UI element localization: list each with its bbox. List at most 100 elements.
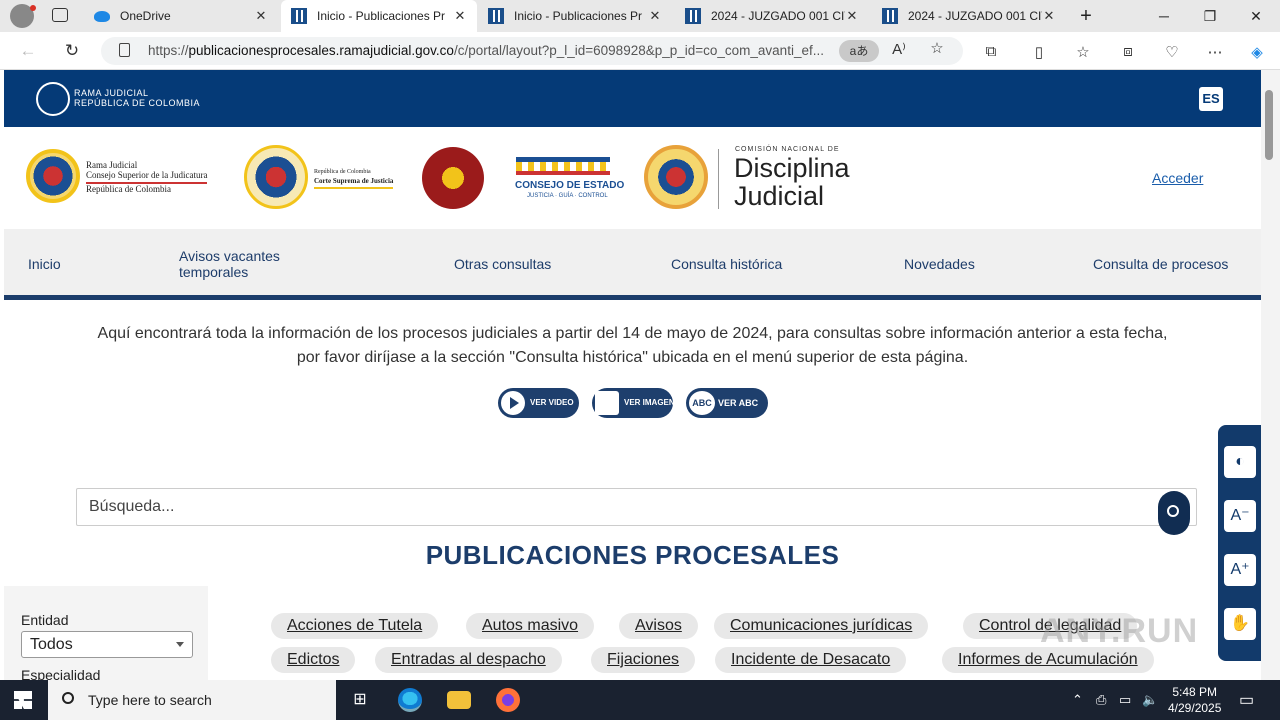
especialidad-label: Especialidad [21,667,101,680]
close-window-button[interactable]: ✕ [1233,4,1279,28]
tab-title: 2024 - JUZGADO 001 CIV [908,9,1042,23]
brand-line-1: RAMA JUDICIAL [74,88,149,98]
close-tab-icon[interactable]: ✕ [648,8,662,24]
comision-disciplina-seal-icon [644,145,708,209]
task-view-icon[interactable]: ⊞ [348,688,372,712]
collections-icon[interactable]: ⧈ [1118,43,1138,60]
login-link[interactable]: Acceder [1152,170,1203,186]
firefox-icon[interactable] [496,688,520,712]
decrease-font-button[interactable]: A⁻ [1224,500,1256,532]
rama-judicial-favicon [882,8,898,24]
ver-imagen-button[interactable]: VER IMAGEN [592,388,675,418]
chip-avisos[interactable]: Avisos [619,613,698,639]
search-field[interactable]: Búsqueda... [76,488,1197,535]
menu-item-avisos-vacantes[interactable]: Avisos vacantes temporales [179,248,329,280]
tab-inicio-publicaciones[interactable]: Inicio - Publicaciones Pr ✕ [478,0,672,32]
chip-fijaciones[interactable]: Fijaciones [591,647,696,673]
volume-icon[interactable]: 🔈 [1142,692,1158,708]
translate-button[interactable]: aあ [839,40,879,62]
close-tab-icon[interactable]: ✕ [1042,8,1056,24]
ver-abc-button[interactable]: ABC VER ABC [686,388,768,418]
search-icon [1167,505,1179,517]
minimize-button[interactable]: ─ [1141,4,1187,28]
lock-icon[interactable] [119,43,130,57]
windows-start-icon[interactable] [14,691,32,709]
ver-imagen-label: VER IMAGEN [624,398,675,407]
institution-logos: Rama Judicial Consejo Superior de la Jud… [4,127,1261,229]
chip-comunicaciones-juridicas[interactable]: Comunicaciones jurídicas [714,613,929,639]
tab-juzgado-2[interactable]: 2024 - JUZGADO 001 CIV ✕ [872,0,1066,32]
url-path: /c/portal/layout?p_l_id=6098928&p_p_id=c… [453,43,824,58]
chip-acciones-tutela[interactable]: Acciones de Tutela [271,613,439,639]
intro-line-2: por favor diríjase a la sección "Consult… [296,349,969,366]
read-aloud-icon[interactable]: A⁾ [889,40,909,58]
close-tab-icon[interactable]: ✕ [845,8,859,24]
extensions-icon[interactable]: ⧉ [981,43,1001,60]
taskbar-clock[interactable]: 5:48 PM 4/29/2025 [1168,684,1221,716]
menu-item-consulta-historica[interactable]: Consulta histórica [671,256,782,272]
language-button[interactable]: ES [1199,87,1223,111]
network-icon[interactable]: ▭ [1119,692,1131,708]
favorite-star-icon[interactable]: ☆ [927,39,947,57]
increase-font-button[interactable]: A⁺ [1224,554,1256,586]
split-screen-icon[interactable]: ▯ [1029,43,1049,61]
tab-inicio-publicaciones-active[interactable]: Inicio - Publicaciones Pr ✕ [281,0,477,32]
brand-line-2: REPÚBLICA DE COLOMBIA [74,98,201,108]
browser-essentials-icon[interactable]: ♡ [1162,43,1182,61]
corte-constitucional-seal-icon [422,147,484,209]
consejo-estado-line-2: JUSTICIA · GUÍA · CONTROL [527,193,608,199]
logo-divider [718,149,719,209]
entidad-select[interactable]: Todos [21,631,193,658]
notifications-icon[interactable]: ▭ [1239,690,1254,710]
edge-taskbar-icon[interactable] [398,688,422,712]
search-button[interactable] [1158,491,1190,535]
sign-language-button[interactable]: ✋ [1224,608,1256,640]
chip-entradas-despacho[interactable]: Entradas al despacho [375,647,562,673]
address-bar[interactable]: https://publicacionesprocesales.ramajudi… [101,37,963,65]
menu-item-otras-consultas[interactable]: Otras consultas [454,256,551,272]
chip-edictos[interactable]: Edictos [271,647,356,673]
device-icon[interactable]: ⎙ [1096,692,1106,708]
rama-judicial-favicon [291,8,307,24]
refresh-button[interactable]: ↻ [61,40,83,62]
file-explorer-icon[interactable] [447,691,471,709]
intro-line-1: Aquí encontrará toda la información de l… [97,325,1168,342]
scrollbar-thumb[interactable] [1265,90,1273,160]
url-text[interactable]: https://publicacionesprocesales.ramajudi… [148,43,848,58]
chip-autos-masivo[interactable]: Autos masivo [466,613,595,639]
disciplina-small-text: COMISIÓN NACIONAL DE [735,146,840,153]
search-icon [62,692,74,704]
new-tab-button[interactable]: + [1070,4,1102,28]
copilot-icon[interactable]: ◈ [1247,43,1267,61]
menu-item-inicio[interactable]: Inicio [28,256,61,272]
tab-onedrive[interactable]: OneDrive ✕ [84,0,278,32]
accessibility-panel: ◐ A⁻ A⁺ ✋ [1218,425,1262,661]
favorites-icon[interactable]: ☆ [1073,43,1093,61]
search-input[interactable]: Búsqueda... [89,498,174,516]
play-icon [501,391,525,415]
corte-suprema-seal-icon [244,145,308,209]
close-tab-icon[interactable]: ✕ [254,8,268,24]
show-hidden-icons[interactable]: ⌃ [1072,692,1083,708]
url-prefix: https:// [148,43,189,58]
web-page: RAMA JUDICIAL REPÚBLICA DE COLOMBIA ES R… [4,70,1261,680]
contrast-button[interactable]: ◐ [1224,446,1256,478]
taskbar-search-input[interactable]: Type here to search [88,692,212,708]
chip-incidente-desacato[interactable]: Incidente de Desacato [715,647,907,673]
back-button[interactable]: ← [17,40,39,62]
menu-item-novedades[interactable]: Novedades [904,256,975,272]
restore-button[interactable]: ❐ [1187,4,1233,28]
image-document-icon [595,391,619,415]
menu-item-consulta-procesos[interactable]: Consulta de procesos [1093,256,1228,272]
tab-title: Inicio - Publicaciones Pr [514,9,643,23]
ver-video-button[interactable]: VER VIDEO [498,388,579,418]
taskbar-search[interactable]: Type here to search [48,680,336,720]
tab-actions-icon[interactable] [52,8,68,22]
tab-juzgado-1[interactable]: 2024 - JUZGADO 001 CIV ✕ [675,0,869,32]
ver-abc-label: VER ABC [718,398,759,408]
close-tab-icon[interactable]: ✕ [453,8,467,24]
more-menu-icon[interactable]: ⋯ [1205,43,1225,61]
intro-text: Aquí encontrará toda la información de l… [4,322,1261,370]
csj-seal-icon [26,149,80,203]
page-scrollbar[interactable] [1261,70,1280,680]
